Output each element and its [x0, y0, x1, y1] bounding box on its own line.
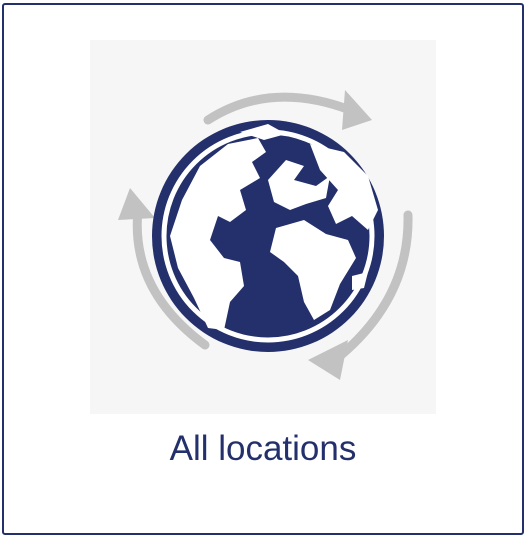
icon-panel	[90, 40, 436, 414]
tile-label: All locations	[169, 429, 357, 468]
all-locations-tile[interactable]: All locations	[2, 3, 524, 535]
globe-with-circular-arrows-icon	[118, 90, 413, 380]
